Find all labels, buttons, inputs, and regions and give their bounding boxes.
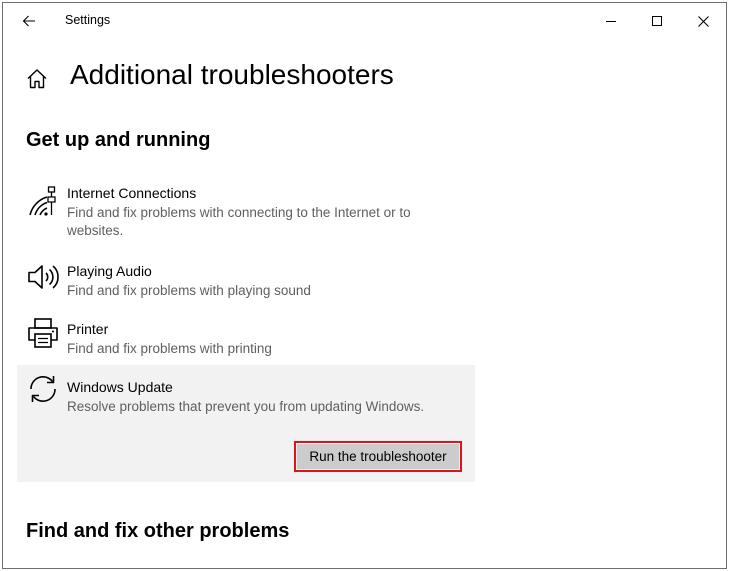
troubleshooter-description: Resolve problems that prevent you from u… <box>67 399 425 414</box>
troubleshooter-printer[interactable]: Printer Find and fix problems with print… <box>17 315 475 359</box>
wifi-network-icon <box>27 185 59 217</box>
settings-window: Settings Additional troubleshooters Get … <box>2 2 727 569</box>
maximize-icon <box>652 16 662 26</box>
page-title: Additional troubleshooters <box>70 59 394 90</box>
close-icon <box>697 15 709 27</box>
back-arrow-icon <box>22 14 36 28</box>
troubleshooter-internet-connections[interactable]: Internet Connections Find and fix proble… <box>17 179 475 243</box>
troubleshooter-name: Playing Audio <box>67 263 152 279</box>
minimize-icon <box>606 16 616 26</box>
home-icon[interactable] <box>25 67 49 91</box>
window-title: Settings <box>65 13 111 27</box>
section-title-find-and-fix-other-problems: Find and fix other problems <box>26 520 290 542</box>
run-the-troubleshooter-button[interactable]: Run the troubleshooter <box>297 444 459 469</box>
printer-icon <box>27 317 59 349</box>
troubleshooter-windows-update[interactable]: Windows Update Resolve problems that pre… <box>17 365 475 482</box>
section-title-get-up-and-running: Get up and running <box>26 129 211 151</box>
troubleshooter-name: Windows Update <box>67 379 173 395</box>
minimize-button[interactable] <box>588 3 634 39</box>
troubleshooter-name: Printer <box>67 321 109 337</box>
troubleshooter-description: Find and fix problems with printing <box>67 341 272 356</box>
troubleshooter-playing-audio[interactable]: Playing Audio Find and fix problems with… <box>17 257 475 301</box>
sync-icon <box>27 373 59 405</box>
troubleshooter-name: Internet Connections <box>67 185 197 201</box>
maximize-button[interactable] <box>634 3 680 39</box>
speaker-icon <box>27 261 59 293</box>
back-button[interactable] <box>11 7 47 35</box>
troubleshooter-description: Find and fix problems with playing sound <box>67 283 311 298</box>
close-button[interactable] <box>680 3 726 39</box>
title-bar: Settings <box>3 3 726 39</box>
troubleshooter-description: Find and fix problems with connecting to… <box>67 205 411 238</box>
